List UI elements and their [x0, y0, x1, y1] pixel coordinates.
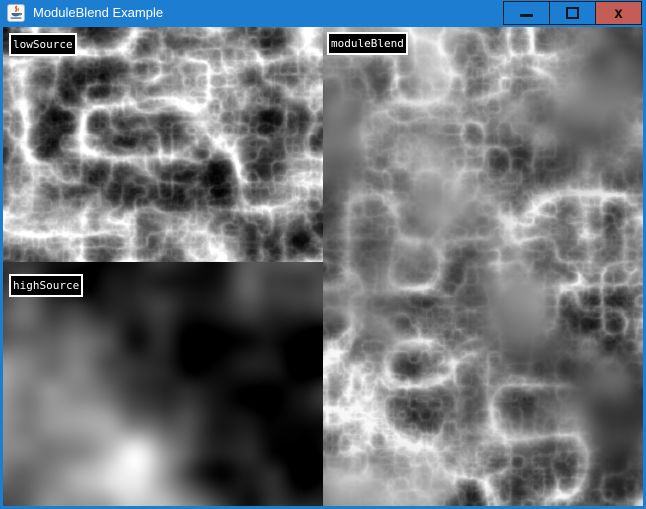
- minimize-icon: [520, 14, 533, 17]
- title-bar[interactable]: ModuleBlend Example x: [0, 0, 646, 27]
- close-button[interactable]: x: [595, 1, 642, 25]
- app-window: ModuleBlend Example x lowSource moduleBl…: [0, 0, 646, 509]
- window-title: ModuleBlend Example: [33, 0, 163, 27]
- java-app-icon: [7, 4, 25, 22]
- panel-highsource: highSource: [3, 262, 323, 506]
- content-area: lowSource moduleBlend highSource: [3, 27, 643, 506]
- minimize-button[interactable]: [503, 1, 550, 25]
- moduleblend-canvas: [323, 27, 643, 506]
- lowsource-canvas: [3, 27, 323, 262]
- panel-label-lowsource: lowSource: [9, 33, 77, 56]
- panel-moduleblend: moduleBlend: [323, 27, 643, 506]
- panel-lowsource: lowSource: [3, 27, 323, 262]
- maximize-button[interactable]: [549, 1, 596, 25]
- close-icon: x: [614, 2, 623, 24]
- panel-label-moduleblend: moduleBlend: [327, 32, 408, 55]
- window-controls: x: [503, 1, 642, 25]
- highsource-canvas: [3, 262, 323, 506]
- maximize-icon: [566, 7, 579, 19]
- panel-label-highsource: highSource: [9, 274, 83, 297]
